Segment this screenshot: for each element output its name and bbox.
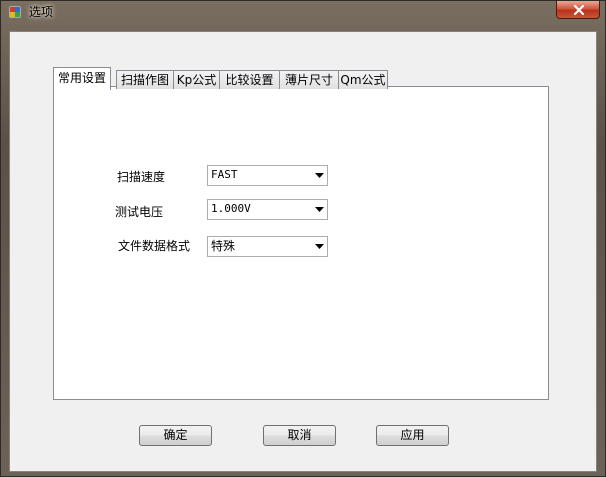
chevron-down-icon xyxy=(315,207,324,212)
scan-speed-value: FAST xyxy=(211,168,238,181)
ok-button[interactable]: 确定 xyxy=(139,425,212,446)
dialog-client-area: 扫描速度 FAST 测试电压 1.000V 文件数据格式 特殊 常用设置 扫描作… xyxy=(9,31,597,472)
tab-kp-formula[interactable]: Kp公式 xyxy=(173,70,220,89)
test-voltage-select[interactable]: 1.000V xyxy=(207,199,328,220)
options-window: 选项 扫描速度 FAST 测试电压 1.000V 文件数据格式 特殊 常用设置 … xyxy=(0,0,606,477)
file-format-label: 文件数据格式 xyxy=(118,239,191,253)
file-format-select[interactable]: 特殊 xyxy=(207,236,328,257)
window-title: 选项 xyxy=(29,5,54,19)
tab-label: 比较设置 xyxy=(225,73,274,87)
scan-speed-select[interactable]: FAST xyxy=(207,165,328,186)
tab-label: Kp公式 xyxy=(176,73,217,87)
chevron-down-icon xyxy=(315,244,324,249)
app-window-icon xyxy=(8,5,22,19)
tab-panel-general: 扫描速度 FAST 测试电压 1.000V 文件数据格式 特殊 xyxy=(53,86,549,400)
title-bar[interactable]: 选项 xyxy=(1,1,605,23)
tab-label: 常用设置 xyxy=(57,71,106,85)
tab-compare-settings[interactable]: 比较设置 xyxy=(219,70,280,89)
close-button[interactable] xyxy=(556,1,600,19)
scan-speed-label: 扫描速度 xyxy=(117,170,166,184)
tab-label: 薄片尺寸 xyxy=(284,73,333,87)
cancel-button[interactable]: 取消 xyxy=(263,425,336,446)
test-voltage-label: 测试电压 xyxy=(115,205,164,219)
test-voltage-value: 1.000V xyxy=(211,202,251,215)
apply-button[interactable]: 应用 xyxy=(376,425,449,446)
tab-label: 扫描作图 xyxy=(120,73,169,87)
tab-general[interactable]: 常用设置 xyxy=(53,67,111,90)
chevron-down-icon xyxy=(315,173,324,178)
tab-qm-formula[interactable]: Qm公式 xyxy=(338,70,388,89)
tab-scan-plot[interactable]: 扫描作图 xyxy=(116,70,174,89)
file-format-value: 特殊 xyxy=(211,239,236,253)
tab-label: Qm公式 xyxy=(340,73,386,87)
close-icon xyxy=(573,5,585,15)
tab-wafer-size[interactable]: 薄片尺寸 xyxy=(279,70,339,89)
